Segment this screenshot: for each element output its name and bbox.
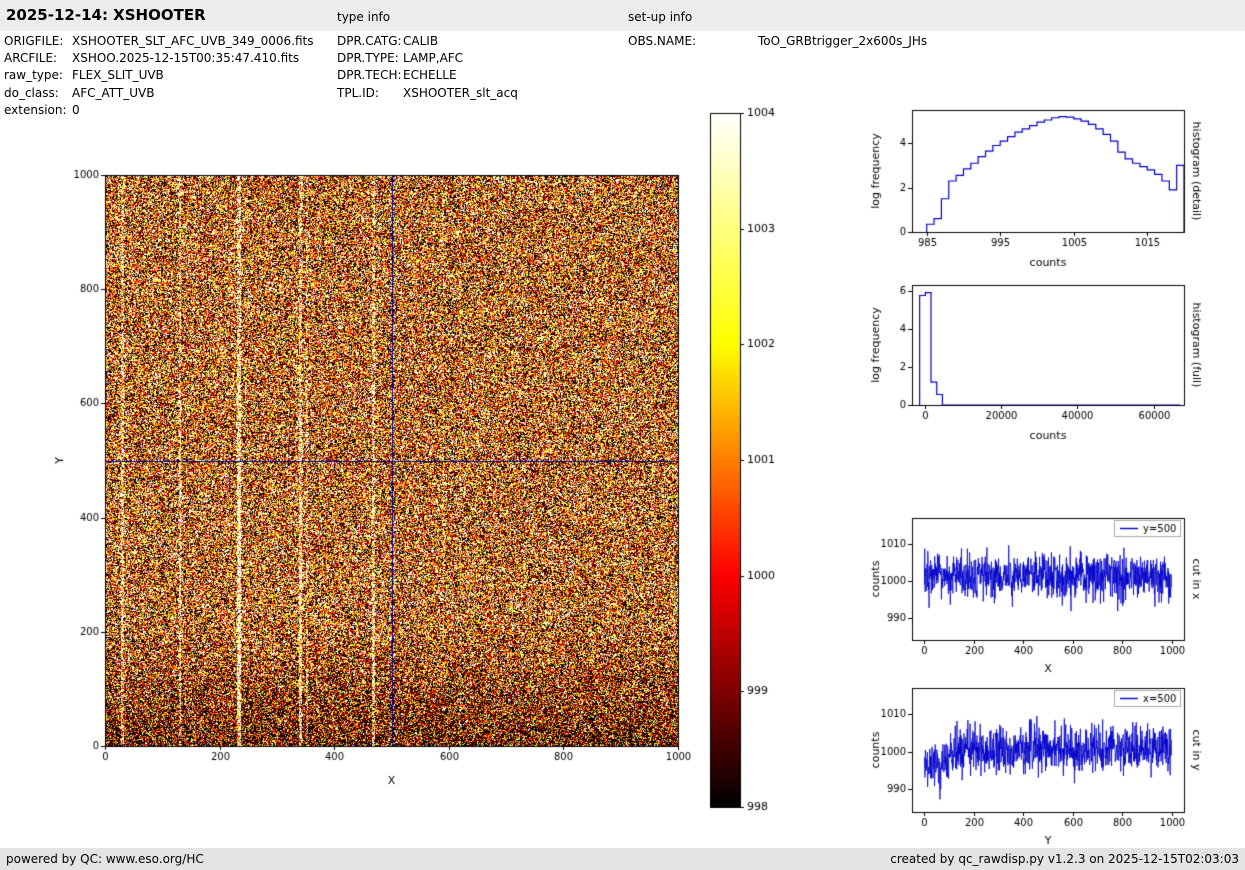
header-bar: 2025-12-14: XSHOOTER type info set-up in…	[0, 0, 1245, 31]
metadata-value: ToO_GRBtrigger_2x600s_JHs	[758, 33, 927, 50]
metadata-row: DPR.CATG:CALIB	[337, 33, 518, 50]
setup-info-label: set-up info	[628, 10, 692, 24]
metadata-row: do_class:AFC_ATT_UVB	[4, 85, 313, 102]
metadata-row: DPR.TECH:ECHELLE	[337, 67, 518, 84]
metadata-label: ARCFILE:	[4, 50, 72, 67]
cut-in-x-plot	[858, 505, 1245, 690]
metadata-row: raw_type:FLEX_SLIT_UVB	[4, 67, 313, 84]
metadata-label: DPR.CATG:	[337, 33, 403, 50]
metadata-label: DPR.TECH:	[337, 67, 403, 84]
colorbar	[700, 100, 795, 820]
metadata-value: LAMP,AFC	[403, 50, 463, 67]
metadata-value: FLEX_SLIT_UVB	[72, 67, 164, 84]
metadata-label: extension:	[4, 102, 72, 119]
metadata-row: ARCFILE:XSHOO.2025-12-15T00:35:47.410.fi…	[4, 50, 313, 67]
metadata-column-middle: DPR.CATG:CALIBDPR.TYPE:LAMP,AFCDPR.TECH:…	[337, 33, 518, 102]
metadata-label: DPR.TYPE:	[337, 50, 403, 67]
metadata-column-left: ORIGFILE:XSHOOTER_SLT_AFC_UVB_349_0006.f…	[4, 33, 313, 119]
metadata-row: ORIGFILE:XSHOOTER_SLT_AFC_UVB_349_0006.f…	[4, 33, 313, 50]
metadata-value: AFC_ATT_UVB	[72, 85, 154, 102]
metadata-label: ORIGFILE:	[4, 33, 72, 50]
metadata-row: OBS.NAME:ToO_GRBtrigger_2x600s_JHs	[628, 33, 927, 50]
metadata-label: OBS.NAME:	[628, 33, 758, 50]
cut-in-y-plot	[858, 672, 1245, 864]
metadata-value: ECHELLE	[403, 67, 457, 84]
metadata-value: 0	[72, 102, 80, 119]
metadata-value: XSHOOTER_slt_acq	[403, 85, 518, 102]
footer-left-text: powered by QC: www.eso.org/HC	[6, 852, 204, 866]
type-info-label: type info	[337, 10, 390, 24]
histogram-full-plot	[858, 268, 1245, 453]
footer-right-text: created by qc_rawdisp.py v1.2.3 on 2025-…	[890, 852, 1239, 866]
metadata-value: XSHOO.2025-12-15T00:35:47.410.fits	[72, 50, 299, 67]
metadata-label: do_class:	[4, 85, 72, 102]
metadata-value: XSHOOTER_SLT_AFC_UVB_349_0006.fits	[72, 33, 313, 50]
metadata-row: extension:0	[4, 102, 313, 119]
metadata-label: raw_type:	[4, 67, 72, 84]
metadata-row: DPR.TYPE:LAMP,AFC	[337, 50, 518, 67]
metadata-column-right: OBS.NAME:ToO_GRBtrigger_2x600s_JHs	[628, 33, 927, 50]
metadata-value: CALIB	[403, 33, 438, 50]
metadata-label: TPL.ID:	[337, 85, 403, 102]
detector-image-plot	[40, 150, 700, 810]
histogram-detail-plot	[858, 95, 1245, 280]
footer-bar: powered by QC: www.eso.org/HC created by…	[0, 848, 1245, 870]
metadata-row: TPL.ID:XSHOOTER_slt_acq	[337, 85, 518, 102]
page-title: 2025-12-14: XSHOOTER	[6, 6, 206, 24]
